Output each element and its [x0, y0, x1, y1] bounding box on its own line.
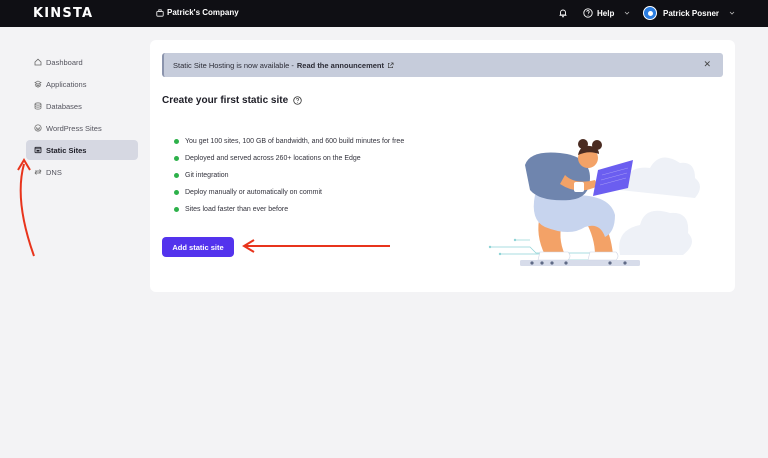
feature-text: Sites load faster than ever before	[185, 206, 289, 213]
question-circle-icon	[583, 8, 593, 18]
feature-text: Git integration	[185, 172, 229, 179]
list-item: Sites load faster than ever before	[174, 201, 404, 218]
sidebar-item-label: Databases	[46, 101, 82, 111]
sidebar: Dashboard Applications Databases WordPre…	[26, 52, 138, 184]
avatar	[643, 6, 657, 20]
sidebar-item-wordpress-sites[interactable]: WordPress Sites	[26, 118, 138, 138]
page-title-text: Create your first static site	[162, 95, 289, 106]
check-dot-icon	[174, 139, 179, 144]
sidebar-item-label: Applications	[46, 79, 87, 89]
chevron-down-icon	[625, 11, 630, 15]
add-static-site-button[interactable]: Add static site	[162, 237, 234, 257]
sidebar-item-label: Static Sites	[46, 145, 87, 155]
list-item: You get 100 sites, 100 GB of bandwidth, …	[174, 133, 404, 150]
sidebar-item-label: Dashboard	[46, 57, 83, 67]
sidebar-item-dns[interactable]: DNS	[26, 162, 138, 182]
check-dot-icon	[174, 156, 179, 161]
developer-illustration	[488, 139, 700, 266]
list-item: Deploy manually or automatically on comm…	[174, 184, 404, 201]
bell-icon[interactable]	[558, 8, 568, 18]
user-menu[interactable]: Patrick Posner	[643, 6, 735, 20]
wordpress-icon	[34, 124, 42, 132]
kinsta-logo[interactable]: KINSTA	[33, 6, 93, 21]
feature-list: You get 100 sites, 100 GB of bandwidth, …	[174, 133, 404, 218]
list-item: Deployed and served across 260+ location…	[174, 150, 404, 167]
feature-text: Deploy manually or automatically on comm…	[185, 189, 322, 196]
check-dot-icon	[174, 207, 179, 212]
company-name: Patrick's Company	[167, 8, 239, 17]
sidebar-item-applications[interactable]: Applications	[26, 74, 138, 94]
sidebar-item-label: DNS	[46, 167, 62, 177]
user-name: Patrick Posner	[663, 8, 720, 18]
announcement-link[interactable]: Read the announcement	[297, 61, 384, 70]
feature-text: Deployed and served across 260+ location…	[185, 155, 361, 162]
chevron-down-icon	[729, 11, 735, 15]
dns-icon	[34, 169, 42, 175]
static-site-card: Static Site Hosting is now available - R…	[150, 40, 735, 292]
close-icon[interactable]: ✕	[703, 59, 711, 70]
list-item: Git integration	[174, 167, 404, 184]
sidebar-item-databases[interactable]: Databases	[26, 96, 138, 116]
company-switcher[interactable]: Patrick's Company	[156, 8, 239, 17]
question-circle-icon[interactable]	[293, 96, 302, 105]
sidebar-item-static-sites[interactable]: Static Sites	[26, 140, 138, 160]
home-icon	[34, 58, 42, 66]
check-dot-icon	[174, 190, 179, 195]
page-title: Create your first static site	[162, 95, 302, 106]
sidebar-item-dashboard[interactable]: Dashboard	[26, 52, 138, 72]
banner-text: Static Site Hosting is now available -	[173, 60, 294, 70]
external-link-icon[interactable]	[387, 62, 394, 69]
top-bar: KINSTA Patrick's Company Help Patrick Po…	[0, 0, 768, 27]
sidebar-item-label: WordPress Sites	[46, 123, 102, 133]
browser-icon	[34, 146, 42, 154]
check-dot-icon	[174, 173, 179, 178]
database-icon	[34, 102, 42, 110]
briefcase-icon	[156, 8, 164, 17]
layers-icon	[34, 80, 42, 88]
help-label: Help	[597, 8, 615, 18]
help-menu[interactable]: Help	[583, 8, 630, 18]
announcement-banner: Static Site Hosting is now available - R…	[162, 53, 723, 77]
feature-text: You get 100 sites, 100 GB of bandwidth, …	[185, 138, 405, 145]
